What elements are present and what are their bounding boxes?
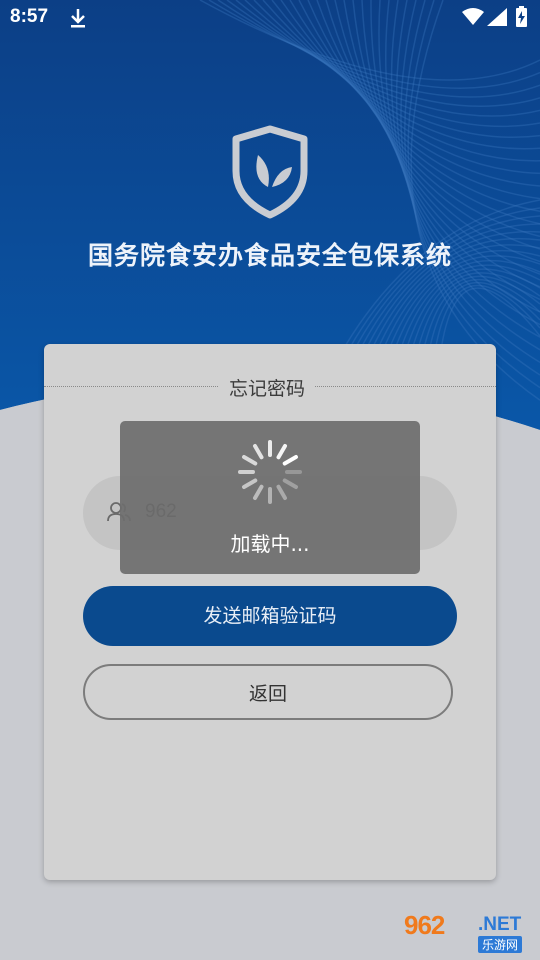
watermark-logo: 962 .NET 乐游网: [400, 910, 538, 956]
back-button[interactable]: 返回: [83, 664, 453, 720]
card-title: 忘记密码: [219, 374, 315, 401]
status-bar: 8:57: [0, 0, 540, 38]
wifi-icon: [462, 8, 484, 31]
loading-text: 加载中...: [120, 528, 420, 557]
spinner-spoke: [255, 446, 262, 457]
status-time: 8:57: [10, 6, 48, 28]
spinner-spoke: [255, 487, 262, 498]
spinner-spoke: [285, 481, 296, 488]
download-icon: [68, 7, 88, 34]
loading-dialog: 加载中...: [120, 421, 420, 574]
signal-icon: [487, 8, 507, 31]
watermark-name: 乐游网: [478, 936, 522, 953]
watermark-suffix: .NET: [478, 914, 521, 936]
send-email-code-button[interactable]: 发送邮箱验证码: [83, 586, 457, 646]
spinner-spoke: [244, 481, 255, 488]
watermark-number: 962: [404, 910, 444, 941]
app-title: 国务院食安办食品安全包保系统: [0, 236, 540, 272]
loading-spinner-icon: [237, 439, 303, 509]
shield-leaf-icon: [230, 125, 310, 223]
card-title-row: 忘记密码: [44, 374, 496, 404]
spinner-spoke: [279, 487, 286, 498]
battery-charging-icon: [515, 6, 528, 33]
spinner-spoke: [244, 457, 255, 464]
spinner-spoke: [279, 446, 286, 457]
spinner-spoke: [285, 457, 296, 464]
